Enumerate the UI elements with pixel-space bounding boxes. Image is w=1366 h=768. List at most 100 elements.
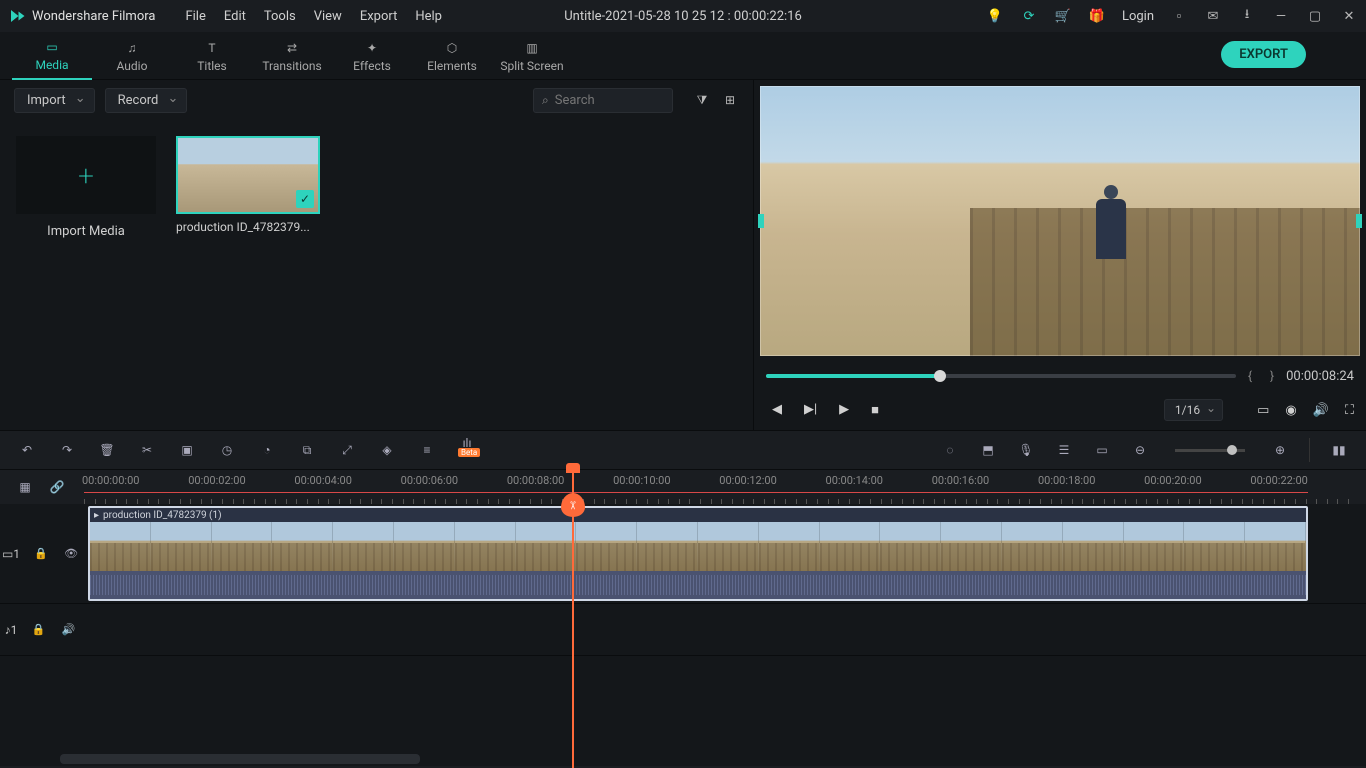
media-clip-item[interactable]: ✓ production ID_4782379... xyxy=(176,136,320,414)
grid-view-icon[interactable]: ⊞ xyxy=(721,91,739,109)
delete-button[interactable]: 🗑 xyxy=(98,441,116,459)
timeline-ruler[interactable]: ▦ 🔗 00:00:00:0000:00:02:0000:00:04:0000:… xyxy=(0,470,1366,504)
menu-help[interactable]: Help xyxy=(415,9,442,24)
clip-icon: ▸ xyxy=(94,510,99,521)
lock-icon[interactable]: 🔒 xyxy=(29,621,47,639)
marker-button[interactable]: ⬒ xyxy=(979,441,997,459)
timeline-playhead[interactable] xyxy=(572,463,574,768)
ruler-tick-label: 00:00:16:00 xyxy=(932,474,989,487)
maximize-icon[interactable]: ▢ xyxy=(1306,7,1324,25)
plus-icon: + xyxy=(78,159,94,192)
playhead-cap-icon[interactable] xyxy=(566,463,580,473)
fullscreen-icon[interactable]: ⛶ xyxy=(1345,403,1354,418)
minimize-icon[interactable]: — xyxy=(1272,7,1290,25)
preview-viewport[interactable] xyxy=(760,86,1360,356)
save-icon[interactable]: ▫ xyxy=(1170,7,1188,25)
preview-transform-handles[interactable] xyxy=(760,86,1360,356)
eye-icon[interactable]: 👁 xyxy=(62,545,80,563)
lock-icon[interactable]: 🔒 xyxy=(32,545,50,563)
timeline-zoom-slider[interactable] xyxy=(1175,449,1245,452)
bracket-right-icon[interactable]: } xyxy=(1270,369,1274,383)
freeze-button[interactable]: ⧉ xyxy=(298,441,316,459)
menu-edit[interactable]: Edit xyxy=(224,9,246,24)
login-button[interactable]: Login xyxy=(1122,9,1154,24)
redo-button[interactable]: ↷ xyxy=(58,441,76,459)
ruler-track[interactable]: 00:00:00:0000:00:02:0000:00:04:0000:00:0… xyxy=(84,470,1348,504)
preview-progress-thumb[interactable] xyxy=(934,370,946,382)
video-track-icon: ▭1 xyxy=(2,547,20,561)
crop-button[interactable]: ▣ xyxy=(178,441,196,459)
timeline-horizontal-scrollbar[interactable] xyxy=(60,754,420,764)
quality-icon[interactable]: ▭ xyxy=(1257,403,1269,418)
preview-controls: ◀ ▶| ▶ ■ 1/16 ▭ ◉ 🔊 ⛶ xyxy=(754,390,1366,430)
ruler-tick-label: 00:00:00:00 xyxy=(82,474,139,487)
track-resize-icon[interactable]: ▮▮ xyxy=(1330,441,1348,459)
tab-media[interactable]: ▭Media xyxy=(12,32,92,80)
export-button[interactable]: EXPORT xyxy=(1221,41,1306,68)
mixer-button[interactable]: ≡ xyxy=(418,441,436,459)
transition-icon: ⇄ xyxy=(283,39,301,57)
menu-export[interactable]: Export xyxy=(360,9,398,24)
download-icon[interactable]: ⭳ xyxy=(1238,7,1256,25)
music-note-icon: ♫ xyxy=(123,39,141,57)
fit-button[interactable]: ⤢ xyxy=(338,441,356,459)
titlebar-actions: 💡 ⟳ 🛒 🎁 Login ▫ ✉ ⭳ — ▢ ✕ xyxy=(986,7,1358,25)
audio-track-row[interactable]: ♪1 🔒 🔊 xyxy=(0,604,1366,656)
close-icon[interactable]: ✕ xyxy=(1340,7,1358,25)
playhead-scissors-icon[interactable] xyxy=(561,493,585,517)
tab-split-screen[interactable]: ▥Split Screen xyxy=(492,32,572,80)
prev-frame-button[interactable]: ◀ xyxy=(772,402,782,418)
voiceover-button[interactable]: 🎙 xyxy=(1017,441,1035,459)
filter-icon[interactable]: ⧩ xyxy=(693,91,711,109)
import-media-tile[interactable]: + Import Media xyxy=(16,136,156,244)
update-icon[interactable]: ⟳ xyxy=(1020,7,1038,25)
search-input[interactable] xyxy=(555,93,645,108)
import-dropdown[interactable]: Import xyxy=(14,88,95,113)
play-button[interactable]: ▶ xyxy=(839,402,849,418)
record-dropdown[interactable]: Record xyxy=(105,88,188,113)
menu-view[interactable]: View xyxy=(314,9,342,24)
preview-panel: { } 00:00:08:24 ◀ ▶| ▶ ■ 1/16 ▭ ◉ 🔊 ⛶ xyxy=(754,80,1366,430)
snapshot-icon[interactable]: ◉ xyxy=(1285,403,1296,418)
video-track-row[interactable]: ▭1 🔒 👁 ▸production ID_4782379 (1) xyxy=(0,504,1366,604)
timeline-clip[interactable]: ▸production ID_4782379 (1) xyxy=(88,506,1308,601)
track-manager-icon[interactable]: ▦ xyxy=(16,478,34,496)
step-button[interactable]: ▶| xyxy=(804,402,817,418)
mail-icon[interactable]: ✉ xyxy=(1204,7,1222,25)
menu-file[interactable]: File xyxy=(185,9,205,24)
text-icon: T xyxy=(203,39,221,57)
split-button[interactable]: ✂ xyxy=(138,441,156,459)
divider xyxy=(1309,438,1310,462)
subtitle-button[interactable]: ☰ xyxy=(1055,441,1073,459)
keyframe-button[interactable]: ◈ xyxy=(378,441,396,459)
speed-button[interactable]: ◷ xyxy=(218,441,236,459)
undo-button[interactable]: ↶ xyxy=(18,441,36,459)
split-screen-icon: ▥ xyxy=(523,39,541,57)
zoom-out-button[interactable]: ⊖ xyxy=(1131,441,1149,459)
zoom-in-button[interactable]: ⊕ xyxy=(1271,441,1289,459)
beta-badge: Beta xyxy=(458,448,480,457)
stop-button[interactable]: ■ xyxy=(871,402,879,418)
tab-titles[interactable]: TTitles xyxy=(172,32,252,80)
tab-elements[interactable]: ⬡Elements xyxy=(412,32,492,80)
color-button[interactable]: ◔ xyxy=(258,441,276,459)
media-search[interactable]: ⌕ xyxy=(533,88,673,113)
detach-button[interactable]: ▭ xyxy=(1093,441,1111,459)
cart-icon[interactable]: 🛒 xyxy=(1054,7,1072,25)
clip-name-label: production ID_4782379... xyxy=(176,220,320,234)
render-button[interactable]: ◌ xyxy=(941,441,959,459)
gift-icon[interactable]: 🎁 xyxy=(1088,7,1106,25)
preview-progress-track[interactable] xyxy=(766,374,1236,378)
link-tracks-icon[interactable]: 🔗 xyxy=(48,478,66,496)
tip-icon[interactable]: 💡 xyxy=(986,7,1004,25)
volume-icon[interactable]: 🔊 xyxy=(1313,403,1329,418)
ruler-baseline xyxy=(84,492,1308,493)
mute-icon[interactable]: 🔊 xyxy=(59,621,77,639)
menu-tools[interactable]: Tools xyxy=(264,9,296,24)
tab-effects[interactable]: ✦Effects xyxy=(332,32,412,80)
playback-speed-dropdown[interactable]: 1/16 xyxy=(1164,399,1223,421)
bracket-left-icon[interactable]: { xyxy=(1248,369,1252,383)
app-name: Wondershare Filmora xyxy=(32,9,155,24)
tab-audio[interactable]: ♫Audio xyxy=(92,32,172,80)
tab-transitions[interactable]: ⇄Transitions xyxy=(252,32,332,80)
